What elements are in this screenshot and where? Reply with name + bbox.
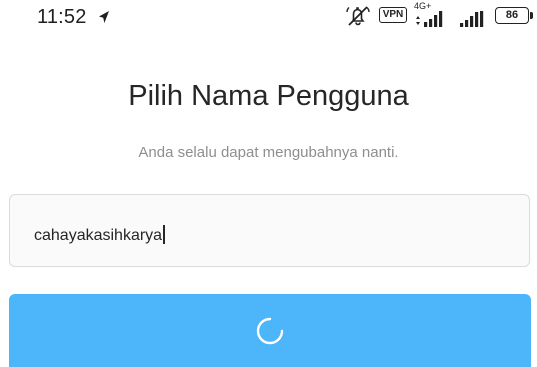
page-subtitle: Anda selalu dapat mengubahnya nanti. (138, 144, 399, 161)
page-title: Pilih Nama Pengguna (128, 80, 409, 112)
spinner-icon (256, 317, 284, 345)
status-time: 11:52 (37, 6, 87, 28)
text-cursor (163, 225, 165, 244)
username-text: cahayakasihkarya (34, 227, 163, 244)
vpn-badge: VPN (379, 7, 407, 23)
username-input[interactable]: cahayakasihkarya (9, 194, 530, 267)
signal-icon (416, 11, 443, 27)
username-input-value[interactable]: cahayakasihkarya (34, 225, 165, 245)
choose-username-screen: 11:52 VPN 4G+ 86 Pilih Nama Pengguna And… (0, 0, 537, 367)
signal-icon (460, 11, 484, 27)
muted-icon (346, 6, 370, 26)
battery-icon: 86 (495, 7, 529, 24)
battery-tip (530, 12, 533, 19)
navigation-arrow-icon (99, 11, 109, 23)
status-bar: 11:52 VPN 4G+ 86 (0, 0, 537, 42)
next-button[interactable] (9, 294, 531, 367)
